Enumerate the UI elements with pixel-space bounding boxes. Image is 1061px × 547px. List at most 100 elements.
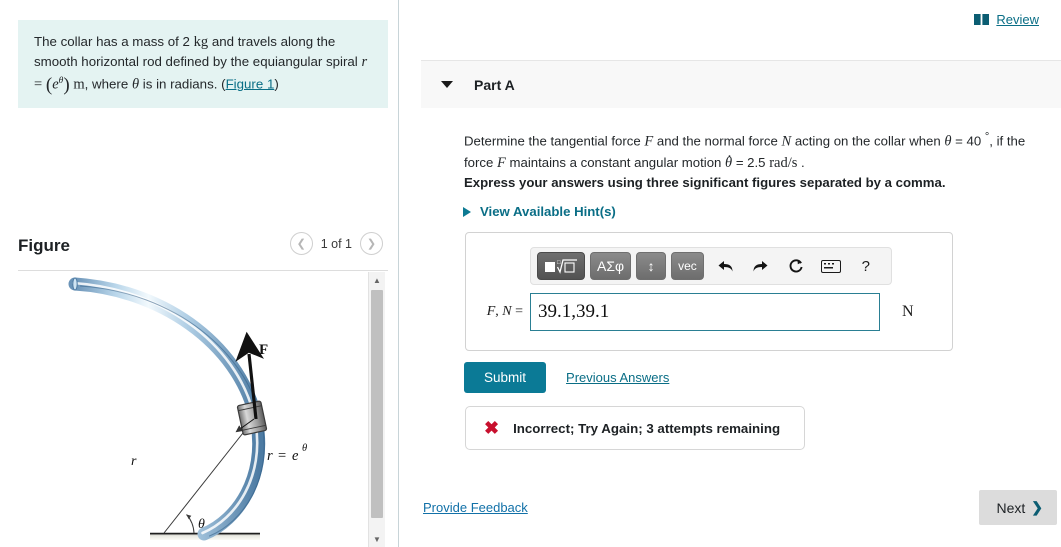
updown-arrows-button[interactable]: ↕ xyxy=(636,252,667,280)
angle-arrowhead xyxy=(186,514,192,520)
redo-arrow-icon xyxy=(753,260,768,271)
review-label: Review xyxy=(996,12,1039,27)
theta-dot-accent: · xyxy=(727,149,733,166)
collar xyxy=(236,400,268,436)
problem-eq-paren-close: ) xyxy=(63,74,70,96)
greek-letters-button[interactable]: ΑΣφ xyxy=(590,252,632,280)
spiral-equation-label: r = e θ xyxy=(267,443,307,464)
problem-statement-text: The collar has a mass of 2 kg and travel… xyxy=(34,34,368,96)
angle-arc xyxy=(186,514,195,534)
figure-title: Figure xyxy=(18,236,70,255)
question-seg-g: = 2.5 xyxy=(732,155,770,171)
answer-label-N: N xyxy=(502,304,512,319)
question-unit-rads: rad/s xyxy=(769,155,798,172)
review-link[interactable]: Review xyxy=(974,12,1039,27)
question-seg-d: = 40 xyxy=(951,133,985,149)
triangle-right-icon xyxy=(463,206,471,217)
chevron-left-icon: ❮ xyxy=(296,238,306,250)
sqrt-template-icon: □ xyxy=(545,258,577,274)
figure-1-link[interactable]: Figure 1 xyxy=(226,76,275,91)
book-icon xyxy=(974,14,990,25)
force-label: F xyxy=(259,342,268,358)
math-toolbar: □ ΑΣφ ↕ vec ? xyxy=(530,247,892,285)
next-button-label: Next xyxy=(996,499,1026,516)
greek-letters-label: ΑΣφ xyxy=(597,258,625,274)
help-button[interactable]: ? xyxy=(853,252,879,280)
problem-statement-box: The collar has a mass of 2 kg and travel… xyxy=(18,20,388,109)
view-hints-link[interactable]: View Available Hint(s) xyxy=(463,204,616,219)
question-seg-c: acting on the collar when xyxy=(791,133,945,149)
question-seg-b: and the normal force xyxy=(653,133,782,149)
spiral-rod xyxy=(68,277,266,541)
template-sqrt-button[interactable]: □ xyxy=(537,252,585,280)
part-a-header[interactable]: Part A xyxy=(421,60,1061,108)
radius-line xyxy=(163,418,255,534)
problem-line2-end: is in radians. xyxy=(139,76,222,92)
exercise-page: The collar has a mass of 2 kg and travel… xyxy=(0,0,1061,547)
figure-header: Figure ❮ 1 of 1 ❯ xyxy=(18,232,388,266)
question-symbol-F: F xyxy=(644,133,654,150)
answer-input-row: F, N = N xyxy=(466,293,954,331)
figure-page-label: 1 of 1 xyxy=(320,236,352,251)
figure-scrollbar[interactable]: ▲ ▼ xyxy=(368,272,385,547)
question-symbol-N: N xyxy=(781,133,792,150)
caret-down-icon[interactable] xyxy=(441,81,453,88)
spiral-eq-e: e xyxy=(292,448,299,464)
answer-instruction: Express your answers using three signifi… xyxy=(464,175,946,190)
problem-theta-symbol: θ xyxy=(131,76,140,93)
question-symbol-theta-dot: · θ xyxy=(725,149,732,171)
reset-button[interactable] xyxy=(783,252,809,280)
figure-next-button[interactable]: ❯ xyxy=(360,232,383,255)
figure-image-viewport: r θ F r = e θ xyxy=(18,272,372,547)
spiral-eq-equals: = xyxy=(278,448,286,464)
keyboard-icon xyxy=(820,259,841,273)
feedback-message-text: Incorrect; Try Again; 3 attempts remaini… xyxy=(513,420,781,436)
undo-button[interactable] xyxy=(713,252,739,280)
question-text: Determine the tangential force F and the… xyxy=(464,126,1040,174)
problem-line2-tail: , where xyxy=(84,76,132,92)
part-a-title: Part A xyxy=(474,76,515,93)
x-mark-icon: ✖ xyxy=(484,418,500,438)
question-seg-h: . xyxy=(797,155,805,171)
keyboard-button[interactable] xyxy=(818,252,844,280)
reset-circular-arrow-icon xyxy=(789,259,803,273)
scroll-down-arrow-icon[interactable]: ▼ xyxy=(369,531,385,547)
undo-arrow-icon xyxy=(718,260,733,271)
scroll-up-arrow-icon[interactable]: ▲ xyxy=(369,272,385,288)
next-button[interactable]: Next ❯ xyxy=(979,490,1057,525)
redo-button[interactable] xyxy=(748,252,774,280)
spiral-rod-highlight xyxy=(72,281,259,535)
answer-field-label: F, N = xyxy=(466,304,530,320)
spiral-eq-theta: θ xyxy=(302,443,307,454)
vector-button[interactable]: vec xyxy=(671,252,704,280)
problem-eq-r: r xyxy=(361,54,368,70)
figure-divider xyxy=(18,270,388,271)
previous-answers-link[interactable]: Previous Answers xyxy=(566,370,669,385)
figure-pager: ❮ 1 of 1 ❯ xyxy=(289,232,383,255)
answer-label-equals: = xyxy=(511,304,523,319)
submit-row: Submit Previous Answers xyxy=(464,362,669,393)
radius-label: r xyxy=(131,454,137,469)
svg-text:□: □ xyxy=(557,260,561,266)
answer-unit-label: N xyxy=(902,303,914,320)
question-symbol-F2: F xyxy=(496,155,506,172)
chevron-right-icon: ❯ xyxy=(1031,499,1043,515)
help-question-mark-icon: ? xyxy=(861,257,870,275)
submit-button[interactable]: Submit xyxy=(464,362,547,393)
provide-feedback-link[interactable]: Provide Feedback xyxy=(423,500,528,515)
problem-unit-kg: kg xyxy=(193,34,209,50)
question-symbol-theta: θ xyxy=(944,133,952,150)
answer-panel: □ ΑΣφ ↕ vec ? F, N = 39.1,39.1 N xyxy=(465,232,953,351)
equiangular-spiral-diagram: r θ F r = e θ xyxy=(68,277,307,541)
left-panel: The collar has a mass of 2 kg and travel… xyxy=(0,0,399,547)
spiral-eq-r: r xyxy=(267,448,273,464)
figure-prev-button[interactable]: ❮ xyxy=(289,232,313,255)
question-seg-f: maintains a constant angular motion xyxy=(505,155,726,171)
answer-input[interactable] xyxy=(530,293,880,331)
problem-eq-unit: m xyxy=(73,76,85,93)
vector-label: vec xyxy=(678,259,697,273)
answer-label-F: F xyxy=(486,304,496,319)
feedback-message-box: ✖ Incorrect; Try Again; 3 attempts remai… xyxy=(465,406,805,450)
scrollbar-thumb[interactable] xyxy=(371,290,383,518)
updown-arrows-icon: ↕ xyxy=(647,258,655,274)
